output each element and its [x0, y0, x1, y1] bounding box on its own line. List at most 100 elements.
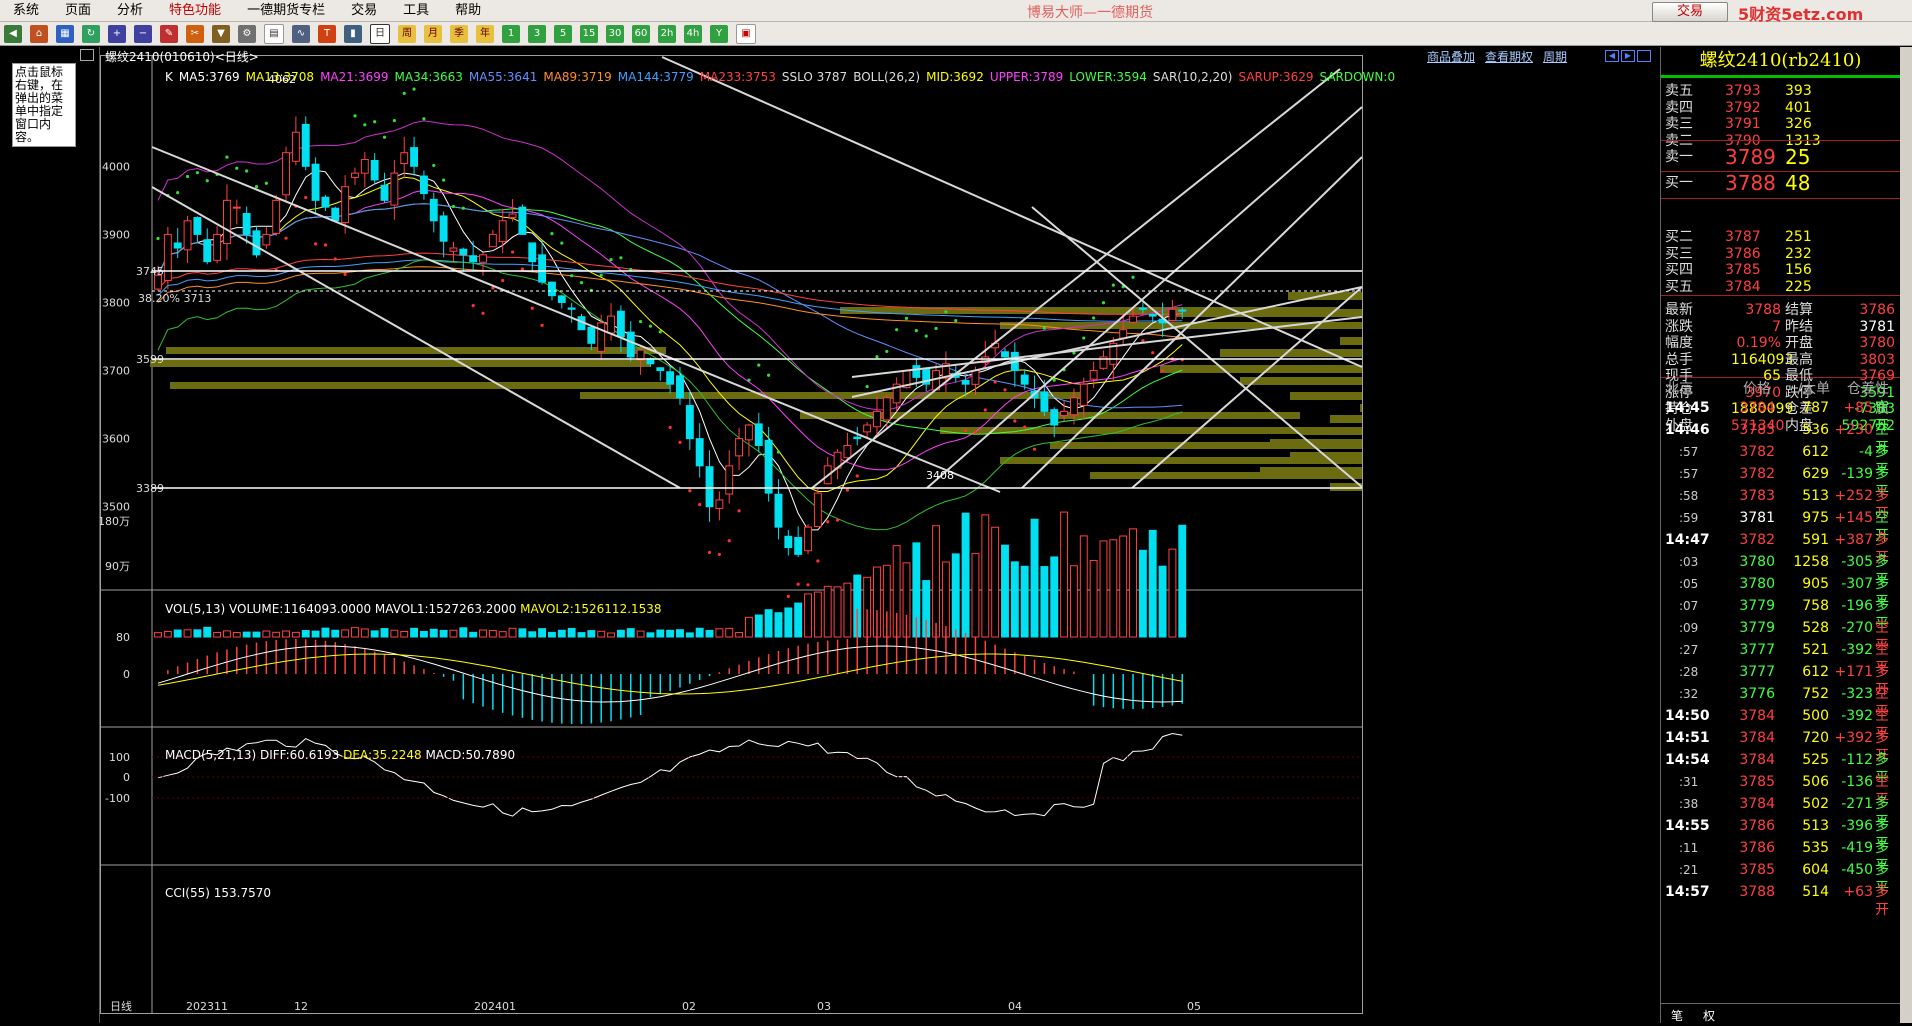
period-button-12[interactable]: Y [710, 24, 728, 43]
menu-item-5[interactable]: 交易 [338, 0, 390, 22]
refresh-icon[interactable]: ↻ [82, 24, 100, 43]
bar-chart-icon[interactable]: ▮ [344, 24, 362, 43]
tick-time: :27 [1679, 643, 1699, 657]
tick-row: 14:45 3784 787 +85 空开 [1661, 399, 1901, 434]
sar-dot [727, 539, 731, 543]
vol-axis-label: 180万 [100, 515, 130, 528]
grid-icon[interactable]: ▦ [56, 24, 74, 43]
period-button-4[interactable]: 1 [502, 24, 520, 43]
period-button-8[interactable]: 30 [606, 24, 624, 43]
sar-dot [304, 195, 308, 200]
period-button-2[interactable]: 季 [450, 24, 468, 43]
tick-icon[interactable]: T [318, 24, 336, 43]
table-icon[interactable]: ▤ [264, 23, 284, 44]
period-button-5[interactable]: 3 [528, 24, 546, 43]
top-link-2[interactable]: 周期 [1543, 48, 1567, 65]
top-links: 商品叠加 查看期权 周期 [1427, 48, 1567, 65]
left-arrow-icon[interactable]: ◀ [1605, 50, 1619, 62]
tick-volume: 513 [1802, 488, 1829, 504]
ask1-row[interactable]: 卖一 3789 25 [1661, 143, 1901, 171]
top-link-1[interactable]: 查看期权 [1485, 48, 1533, 65]
tick-oi: -305 [1841, 554, 1873, 570]
sar-dot [914, 329, 918, 333]
trade-button[interactable]: 交易 [1652, 2, 1728, 22]
bottom-tab-0[interactable]: 笔 [1671, 1007, 1683, 1024]
menu-item-0[interactable]: 系统 [0, 0, 52, 22]
bid1-row[interactable]: 买一 3788 48 [1661, 169, 1901, 197]
filter-icon[interactable]: ▼ [212, 24, 230, 43]
bid-row[interactable]: 买五 3784 225 [1661, 277, 1901, 297]
candle-body [587, 326, 596, 344]
ma-legend-item: SARUP:3629 [1238, 70, 1314, 84]
draw-pen-icon[interactable]: ✎ [160, 24, 178, 43]
menu-item-6[interactable]: 工具 [390, 0, 442, 22]
tick-oi: -196 [1841, 598, 1873, 614]
volume-bar [597, 630, 606, 638]
kline-chart[interactable]: 40003900380037003600350037453599338938.2… [98, 47, 1660, 1023]
right-arrow-icon[interactable]: ▶ [1621, 50, 1635, 62]
back-icon[interactable]: ◀ [4, 24, 22, 43]
candle-body [331, 207, 340, 222]
candle-body [203, 239, 212, 263]
home-icon[interactable]: ⌂ [30, 24, 48, 43]
bottom-tab-1[interactable]: 权 [1703, 1007, 1715, 1024]
candle-body [843, 444, 852, 459]
right-scrollbar[interactable] [1900, 47, 1912, 1023]
period-button-3[interactable]: 年 [476, 24, 494, 43]
tick-row: 14:51 3784 720 +392 多开 [1661, 729, 1901, 764]
panel-button[interactable] [80, 49, 94, 61]
chart-area[interactable]: 4000 3900 3800 3700 3600 3500 3745 3599 3389 38.2… [98, 47, 1660, 1023]
menu-item-4[interactable]: 一德期货专栏 [234, 0, 338, 22]
divider [1661, 198, 1901, 199]
candle-body [656, 367, 665, 372]
tick-price: 3784 [1739, 752, 1775, 768]
tick-price: 3783 [1739, 488, 1775, 504]
line-chart-icon[interactable]: ∿ [292, 24, 310, 43]
menu-item-1[interactable]: 页面 [52, 0, 104, 22]
volume-bar [528, 631, 537, 638]
tick-header-cell: 仓差 [1847, 381, 1875, 397]
volume-bar [488, 629, 497, 638]
volume-bar [419, 630, 428, 638]
candle-body [222, 199, 231, 245]
tick-row: :27 3777 521 -392 空平 [1661, 641, 1901, 676]
volume-bar [981, 514, 990, 638]
low-marker: 3408 [926, 469, 954, 482]
candle-body [685, 405, 694, 440]
ma-legend-item: MA233:3753 [699, 70, 776, 84]
window-controls[interactable]: ◀ ▶ [1605, 50, 1651, 62]
tools-icon[interactable]: ✂ [186, 24, 204, 43]
period-button-11[interactable]: 4h [684, 24, 702, 43]
period-button-7[interactable]: 15 [580, 24, 598, 43]
candle-body [1119, 329, 1128, 339]
ma-legend-item: BOLL(26,2) [853, 70, 921, 84]
volume-bar [410, 627, 419, 638]
zoom-out-icon[interactable]: − [134, 24, 152, 43]
volume-bar [548, 631, 556, 638]
tick-row: :03 3780 1258 -305 多平 [1661, 553, 1901, 588]
period-button-1[interactable]: 月 [424, 24, 442, 43]
sar-dot [373, 120, 377, 124]
tick-time: :05 [1679, 577, 1699, 591]
candle-body [321, 196, 330, 208]
period-button-6[interactable]: 5 [554, 24, 572, 43]
period-button-0[interactable]: 周 [398, 24, 416, 43]
top-link-0[interactable]: 商品叠加 [1427, 48, 1475, 65]
menu-item-3[interactable]: 特色功能 [156, 0, 234, 22]
sar-dot [934, 326, 938, 331]
settings-icon[interactable]: ⚙ [238, 24, 256, 43]
candle-body [1178, 309, 1187, 312]
candle-body [1089, 370, 1098, 380]
window-icon[interactable] [1637, 50, 1651, 62]
calendar-icon[interactable]: ▣ [736, 23, 756, 44]
period-button-10[interactable]: 2h [658, 24, 676, 43]
candle-body [1060, 410, 1069, 417]
volume-bar [341, 629, 350, 638]
period-day-button[interactable]: 日 [370, 23, 390, 44]
tick-price: 3784 [1739, 400, 1775, 416]
period-button-9[interactable]: 60 [632, 24, 650, 43]
menu-item-2[interactable]: 分析 [104, 0, 156, 22]
volume-bar [804, 593, 812, 638]
menu-item-7[interactable]: 帮助 [442, 0, 494, 22]
zoom-in-icon[interactable]: + [108, 24, 126, 43]
